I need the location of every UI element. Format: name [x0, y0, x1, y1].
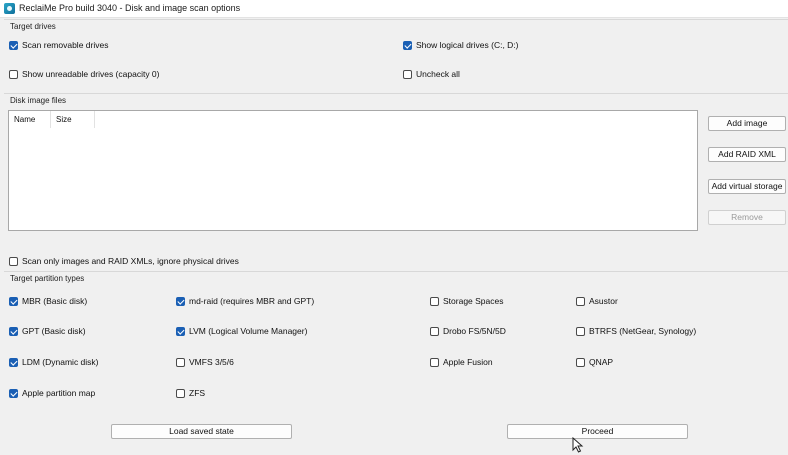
add-virtual-storage-button[interactable]: Add virtual storage — [708, 179, 786, 194]
checkbox-box — [430, 357, 439, 367]
add-image-button[interactable]: Add image — [708, 116, 786, 131]
partition-storage-spaces-checkbox[interactable]: Storage Spaces — [430, 296, 503, 306]
add-raid-xml-button[interactable]: Add RAID XML — [708, 147, 786, 162]
show-logical-checkbox[interactable]: Show logical drives (C:, D:) — [403, 40, 519, 50]
checkbox-box — [9, 69, 18, 79]
target-drives-group: Target drives — [4, 19, 788, 90]
load-saved-state-button[interactable]: Load saved state — [111, 424, 292, 439]
column-size-header[interactable]: Size — [51, 111, 95, 128]
checkbox-label: LVM (Logical Volume Manager) — [189, 326, 308, 336]
partition-asustor-checkbox[interactable]: Asustor — [576, 296, 618, 306]
checkbox-label: VMFS 3/5/6 — [189, 357, 234, 367]
checkbox-label: Drobo FS/5N/5D — [443, 326, 506, 336]
checkbox-box — [403, 40, 412, 50]
title-bar: ReclaiMe Pro build 3040 - Disk and image… — [0, 0, 788, 18]
checkbox-label: GPT (Basic disk) — [22, 326, 86, 336]
reclaime-app-icon — [4, 3, 15, 14]
partition-gpt-checkbox[interactable]: GPT (Basic disk) — [9, 326, 86, 336]
checkbox-label: Scan only images and RAID XMLs, ignore p… — [22, 256, 239, 266]
checkbox-label: Show logical drives (C:, D:) — [416, 40, 519, 50]
checkbox-box — [576, 357, 585, 367]
disk-image-files-label: Disk image files — [10, 96, 67, 105]
proceed-button[interactable]: Proceed — [507, 424, 688, 439]
target-partition-types-group: Target partition types — [4, 271, 788, 415]
window-title: ReclaiMe Pro build 3040 - Disk and image… — [19, 3, 241, 13]
checkbox-label: Apple partition map — [22, 388, 96, 398]
checkbox-box — [176, 326, 185, 336]
list-header: Name Size — [9, 111, 95, 128]
checkbox-label: QNAP — [589, 357, 614, 367]
checkbox-box — [9, 256, 18, 266]
partition-vmfs-checkbox[interactable]: VMFS 3/5/6 — [176, 357, 234, 367]
checkbox-box — [9, 357, 18, 367]
checkbox-box — [176, 357, 185, 367]
checkbox-label: Show unreadable drives (capacity 0) — [22, 69, 160, 79]
checkbox-box — [403, 69, 412, 79]
partition-drobo-checkbox[interactable]: Drobo FS/5N/5D — [430, 326, 506, 336]
checkbox-label: MBR (Basic disk) — [22, 296, 88, 306]
target-drives-label: Target drives — [10, 22, 56, 31]
partition-apple-map-checkbox[interactable]: Apple partition map — [9, 388, 95, 398]
uncheck-all-checkbox[interactable]: Uncheck all — [403, 69, 460, 79]
checkbox-box — [576, 326, 585, 336]
checkbox-label: md-raid (requires MBR and GPT) — [189, 296, 315, 306]
show-unreadable-checkbox[interactable]: Show unreadable drives (capacity 0) — [9, 69, 160, 79]
remove-button[interactable]: Remove — [708, 210, 786, 225]
scan-only-images-checkbox[interactable]: Scan only images and RAID XMLs, ignore p… — [9, 256, 239, 266]
checkbox-box — [9, 40, 18, 50]
partition-qnap-checkbox[interactable]: QNAP — [576, 357, 613, 367]
checkbox-box — [9, 296, 18, 306]
checkbox-box — [430, 296, 439, 306]
column-name-header[interactable]: Name — [9, 111, 51, 128]
checkbox-box — [176, 388, 185, 398]
target-partition-types-label: Target partition types — [10, 274, 85, 283]
checkbox-label: ZFS — [189, 388, 206, 398]
checkbox-box — [9, 326, 18, 336]
checkbox-label: BTRFS (NetGear, Synology) — [589, 326, 697, 336]
scan-removable-checkbox[interactable]: Scan removable drives — [9, 40, 108, 50]
partition-btrfs-checkbox[interactable]: BTRFS (NetGear, Synology) — [576, 326, 696, 336]
partition-zfs-checkbox[interactable]: ZFS — [176, 388, 205, 398]
checkbox-label: Apple Fusion — [443, 357, 493, 367]
checkbox-box — [9, 388, 18, 398]
checkbox-label: Uncheck all — [416, 69, 460, 79]
checkbox-label: Asustor — [589, 296, 618, 306]
checkbox-label: LDM (Dynamic disk) — [22, 357, 99, 367]
checkbox-box — [576, 296, 585, 306]
checkbox-label: Scan removable drives — [22, 40, 109, 50]
checkbox-label: Storage Spaces — [443, 296, 504, 306]
disk-image-list[interactable]: Name Size — [8, 110, 698, 231]
partition-md-raid-checkbox[interactable]: md-raid (requires MBR and GPT) — [176, 296, 314, 306]
partition-mbr-checkbox[interactable]: MBR (Basic disk) — [9, 296, 87, 306]
partition-apple-fusion-checkbox[interactable]: Apple Fusion — [430, 357, 493, 367]
checkbox-box — [430, 326, 439, 336]
partition-lvm-checkbox[interactable]: LVM (Logical Volume Manager) — [176, 326, 307, 336]
mouse-cursor-icon — [572, 437, 584, 453]
checkbox-box — [176, 296, 185, 306]
partition-ldm-checkbox[interactable]: LDM (Dynamic disk) — [9, 357, 99, 367]
